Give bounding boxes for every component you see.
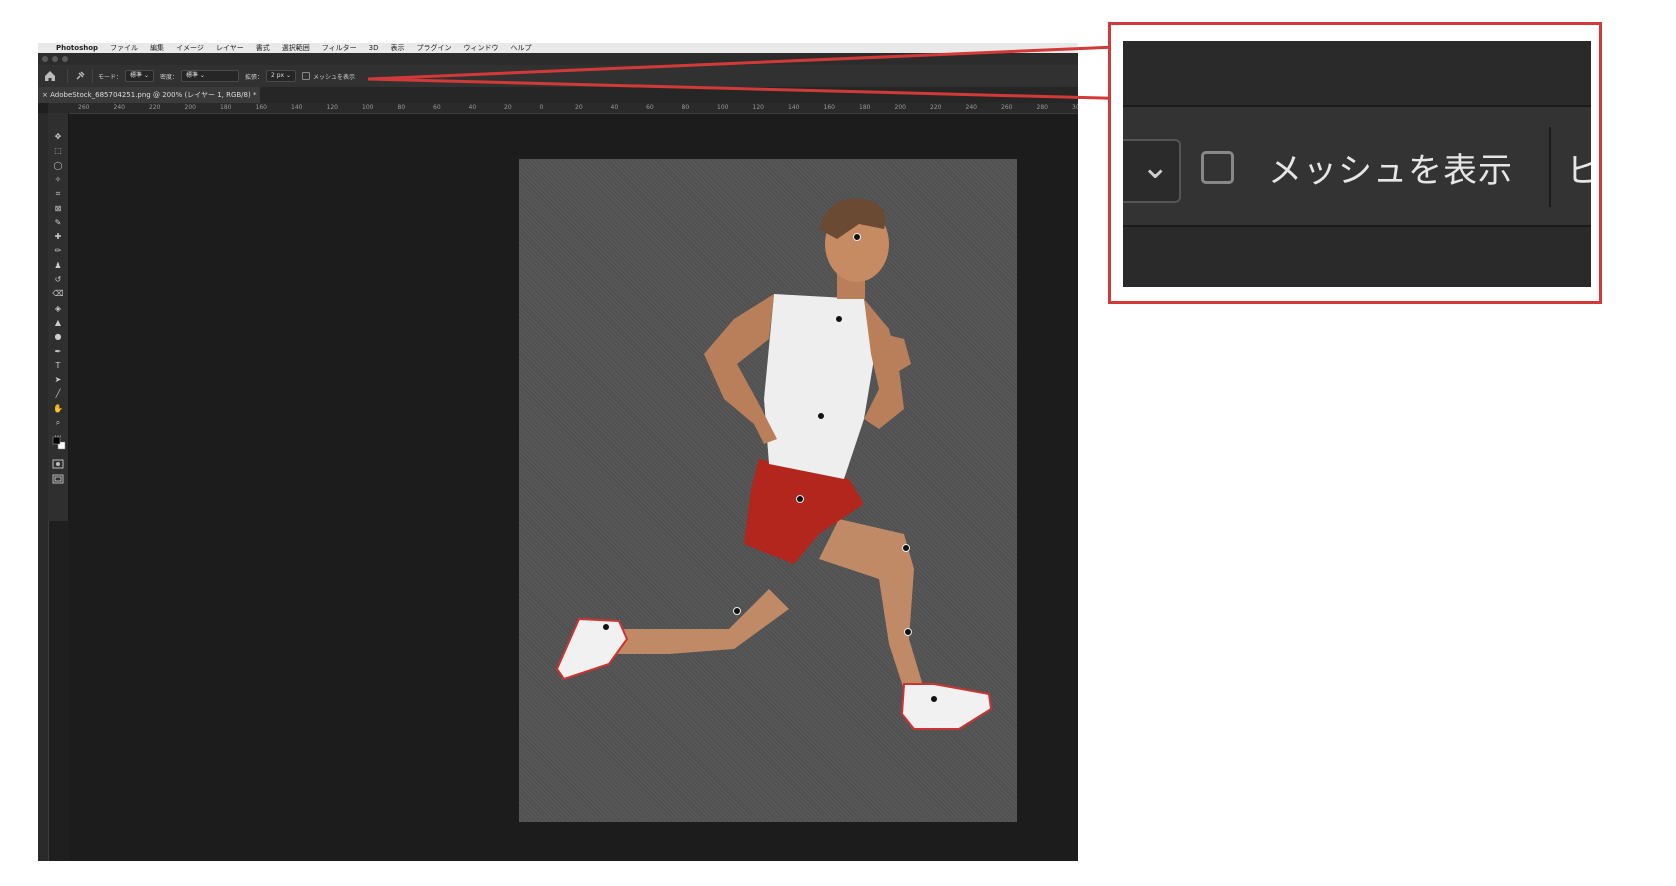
zoom-show-mesh-label: メッシュを表示 (1268, 151, 1513, 191)
zoom-tab-strip (1123, 227, 1591, 287)
zoom-separator (1549, 127, 1551, 207)
zoom-options-strip: ⌄ メッシュを表示 ピ (1123, 107, 1591, 227)
zoom-show-mesh-checkbox[interactable] (1201, 151, 1234, 184)
zoom-select[interactable]: ⌄ (1123, 139, 1181, 203)
zoom-cut-text: ピ (1567, 151, 1591, 191)
chevron-down-icon: ⌄ (1141, 147, 1170, 187)
zoom-callout: ⌄ メッシュを表示 ピ (1123, 41, 1591, 287)
zoom-titlebar-strip (1123, 41, 1591, 107)
